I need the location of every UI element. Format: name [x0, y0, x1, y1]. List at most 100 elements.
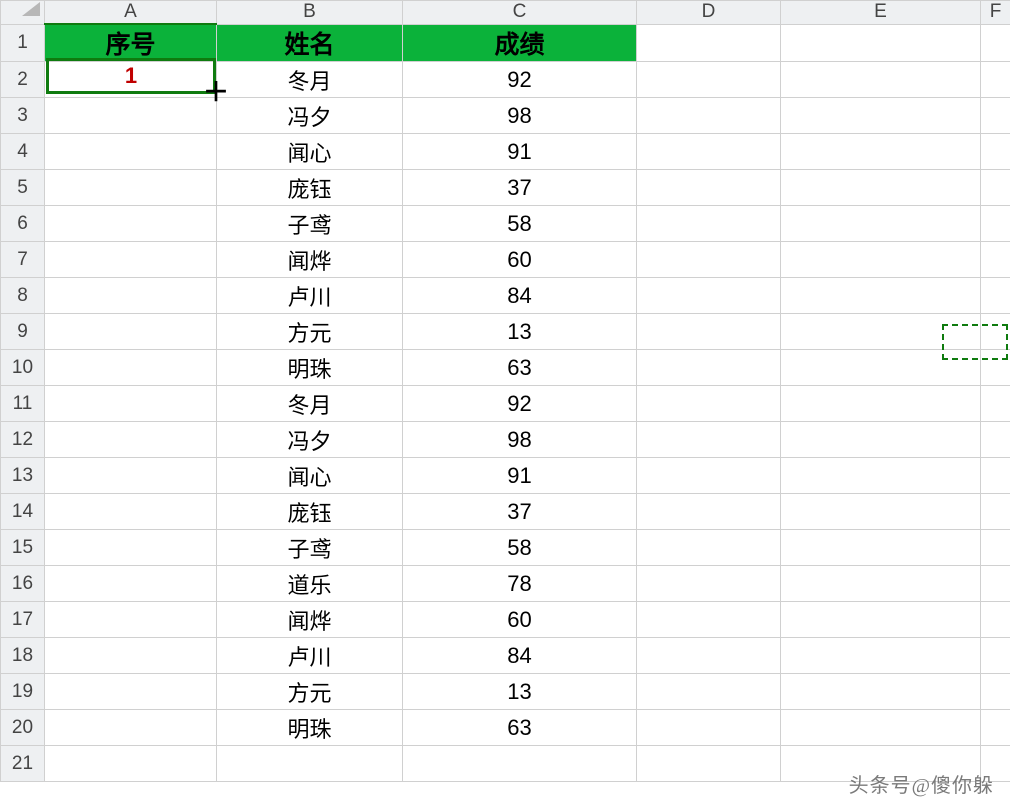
row-header-19[interactable]: 19: [1, 674, 45, 710]
cell-C8[interactable]: 84: [403, 278, 637, 314]
cell-C1[interactable]: 成绩: [403, 24, 637, 62]
row-header-21[interactable]: 21: [1, 746, 45, 782]
row-header-11[interactable]: 11: [1, 386, 45, 422]
cell-A20[interactable]: [45, 710, 217, 746]
cell-E8[interactable]: [781, 278, 981, 314]
select-all-triangle[interactable]: [22, 2, 40, 16]
cell-C15[interactable]: 58: [403, 530, 637, 566]
cell-A19[interactable]: [45, 674, 217, 710]
cell-C6[interactable]: 58: [403, 206, 637, 242]
cell-D8[interactable]: [637, 278, 781, 314]
cell-F3[interactable]: [981, 98, 1010, 134]
cell-C14[interactable]: 37: [403, 494, 637, 530]
cell-F6[interactable]: [981, 206, 1010, 242]
cell-A16[interactable]: [45, 566, 217, 602]
cell-F10[interactable]: [981, 350, 1010, 386]
cell-A7[interactable]: [45, 242, 217, 278]
row-header-20[interactable]: 20: [1, 710, 45, 746]
cell-E12[interactable]: [781, 422, 981, 458]
row-header-4[interactable]: 4: [1, 134, 45, 170]
cell-C4[interactable]: 91: [403, 134, 637, 170]
cell-A5[interactable]: [45, 170, 217, 206]
cell-C10[interactable]: 63: [403, 350, 637, 386]
cell-D19[interactable]: [637, 674, 781, 710]
cell-A14[interactable]: [45, 494, 217, 530]
cell-D12[interactable]: [637, 422, 781, 458]
cell-B15[interactable]: 子鸢: [217, 530, 403, 566]
cell-E3[interactable]: [781, 98, 981, 134]
col-header-D[interactable]: D: [637, 1, 781, 25]
cell-E18[interactable]: [781, 638, 981, 674]
row-header-13[interactable]: 13: [1, 458, 45, 494]
cell-A21[interactable]: [45, 746, 217, 782]
cell-F1[interactable]: [981, 24, 1010, 62]
cell-E11[interactable]: [781, 386, 981, 422]
cell-E17[interactable]: [781, 602, 981, 638]
row-header-15[interactable]: 15: [1, 530, 45, 566]
cell-E5[interactable]: [781, 170, 981, 206]
cell-F17[interactable]: [981, 602, 1010, 638]
cell-F12[interactable]: [981, 422, 1010, 458]
cell-B3[interactable]: 冯夕: [217, 98, 403, 134]
cell-E4[interactable]: [781, 134, 981, 170]
cell-D3[interactable]: [637, 98, 781, 134]
cell-B21[interactable]: [217, 746, 403, 782]
cell-D4[interactable]: [637, 134, 781, 170]
row-header-6[interactable]: 6: [1, 206, 45, 242]
cell-C13[interactable]: 91: [403, 458, 637, 494]
cell-C3[interactable]: 98: [403, 98, 637, 134]
cell-C5[interactable]: 37: [403, 170, 637, 206]
cell-E15[interactable]: [781, 530, 981, 566]
cell-D20[interactable]: [637, 710, 781, 746]
cell-C11[interactable]: 92: [403, 386, 637, 422]
cell-E19[interactable]: [781, 674, 981, 710]
cell-A18[interactable]: [45, 638, 217, 674]
cell-B18[interactable]: 卢川: [217, 638, 403, 674]
row-header-1[interactable]: 1: [1, 24, 45, 62]
cell-F18[interactable]: [981, 638, 1010, 674]
cell-F15[interactable]: [981, 530, 1010, 566]
cell-F19[interactable]: [981, 674, 1010, 710]
cell-A15[interactable]: [45, 530, 217, 566]
cell-D1[interactable]: [637, 24, 781, 62]
cell-D21[interactable]: [637, 746, 781, 782]
cell-F7[interactable]: [981, 242, 1010, 278]
cell-B13[interactable]: 闻心: [217, 458, 403, 494]
row-header-7[interactable]: 7: [1, 242, 45, 278]
cell-B7[interactable]: 闻烨: [217, 242, 403, 278]
row-header-3[interactable]: 3: [1, 98, 45, 134]
cell-C21[interactable]: [403, 746, 637, 782]
cell-D15[interactable]: [637, 530, 781, 566]
cell-F20[interactable]: [981, 710, 1010, 746]
row-header-8[interactable]: 8: [1, 278, 45, 314]
cell-E7[interactable]: [781, 242, 981, 278]
cell-D10[interactable]: [637, 350, 781, 386]
cell-C17[interactable]: 60: [403, 602, 637, 638]
cell-B8[interactable]: 卢川: [217, 278, 403, 314]
cell-E10[interactable]: [781, 350, 981, 386]
cell-D6[interactable]: [637, 206, 781, 242]
cell-A10[interactable]: [45, 350, 217, 386]
cell-A6[interactable]: [45, 206, 217, 242]
cell-B1[interactable]: 姓名: [217, 24, 403, 62]
cell-E2[interactable]: [781, 62, 981, 98]
cell-B10[interactable]: 明珠: [217, 350, 403, 386]
cell-E6[interactable]: [781, 206, 981, 242]
row-header-18[interactable]: 18: [1, 638, 45, 674]
cell-D14[interactable]: [637, 494, 781, 530]
cell-C7[interactable]: 60: [403, 242, 637, 278]
cell-B20[interactable]: 明珠: [217, 710, 403, 746]
cell-B12[interactable]: 冯夕: [217, 422, 403, 458]
col-header-C[interactable]: C: [403, 1, 637, 25]
cell-F11[interactable]: [981, 386, 1010, 422]
row-header-2[interactable]: 2: [1, 62, 45, 98]
row-header-12[interactable]: 12: [1, 422, 45, 458]
row-header-10[interactable]: 10: [1, 350, 45, 386]
cell-A13[interactable]: [45, 458, 217, 494]
col-header-F[interactable]: F: [981, 1, 1010, 25]
cell-A8[interactable]: [45, 278, 217, 314]
row-header-5[interactable]: 5: [1, 170, 45, 206]
cell-A12[interactable]: [45, 422, 217, 458]
cell-D13[interactable]: [637, 458, 781, 494]
cell-C20[interactable]: 63: [403, 710, 637, 746]
